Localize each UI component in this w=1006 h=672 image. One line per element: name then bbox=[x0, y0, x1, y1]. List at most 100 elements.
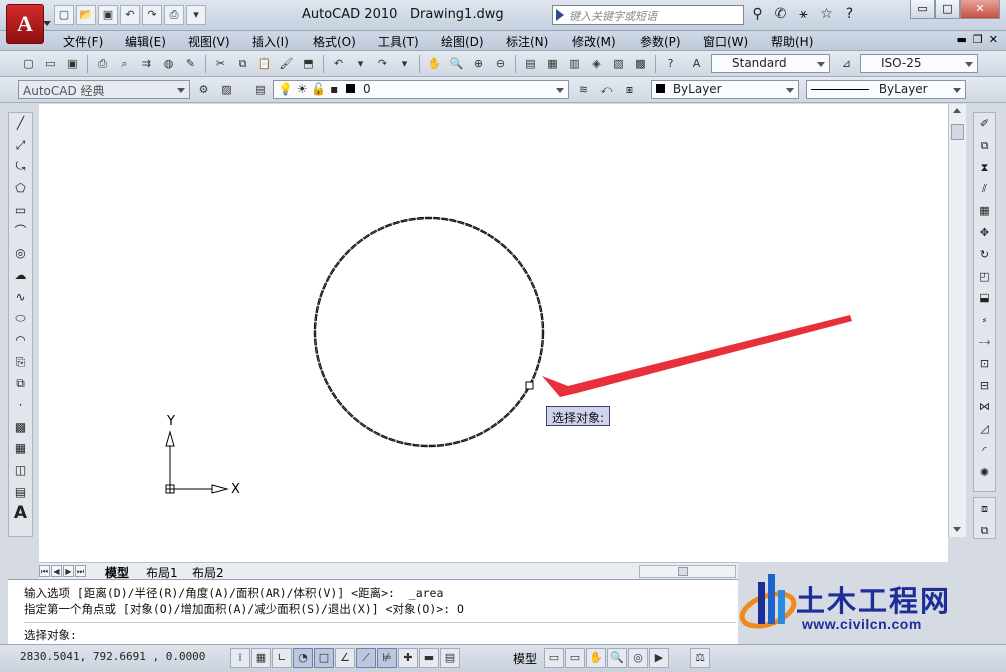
quick-view-layouts-icon[interactable]: ▭ bbox=[544, 648, 564, 668]
minimize-button[interactable]: ▭ bbox=[910, 0, 935, 19]
calculator-icon[interactable]: ▩ bbox=[630, 54, 651, 74]
drawing-restore-button[interactable]: ❐ bbox=[973, 33, 983, 46]
pan-status-icon[interactable]: ✋ bbox=[586, 648, 606, 668]
erase-icon[interactable]: ✐ bbox=[974, 113, 995, 135]
help-search-input[interactable]: 键入关键字或短语 bbox=[552, 5, 744, 25]
menu-dimension[interactable]: 标注(N) bbox=[506, 33, 548, 50]
stretch-icon[interactable]: ⬓ bbox=[974, 287, 995, 309]
zoom-realtime-icon[interactable]: 🔍 bbox=[446, 54, 467, 74]
open-file-icon[interactable]: 📂 bbox=[76, 5, 96, 25]
gradient-icon[interactable]: ▦ bbox=[9, 438, 32, 460]
line-icon[interactable]: ╱ bbox=[9, 113, 32, 135]
move-icon[interactable]: ✥ bbox=[974, 222, 995, 244]
array-icon[interactable]: ▦ bbox=[974, 200, 995, 222]
redo-icon[interactable]: ↷ bbox=[142, 5, 162, 25]
paste-icon[interactable]: 📋 bbox=[254, 54, 275, 74]
show-lineweight-icon[interactable]: ▬ bbox=[419, 648, 439, 668]
insert-block-icon[interactable]: ⎘ bbox=[9, 352, 32, 374]
undo-icon[interactable]: ↶ bbox=[328, 54, 349, 74]
construction-line-icon[interactable]: ⤢ bbox=[9, 135, 32, 157]
zoom-previous-icon[interactable]: ⊖ bbox=[490, 54, 511, 74]
new-icon[interactable]: ▢ bbox=[18, 54, 39, 74]
polygon-icon[interactable]: ⬠ bbox=[9, 178, 32, 200]
text-style-select[interactable]: Standard bbox=[711, 54, 830, 73]
break-at-point-icon[interactable]: ⊡ bbox=[974, 353, 995, 375]
menu-view[interactable]: 视图(V) bbox=[188, 33, 230, 50]
model-space-label[interactable]: 模型 bbox=[513, 650, 537, 667]
redo-icon[interactable]: ↷ bbox=[372, 54, 393, 74]
save-icon[interactable]: ▣ bbox=[98, 5, 118, 25]
point-icon[interactable]: · bbox=[9, 395, 32, 417]
open-icon[interactable]: ▭ bbox=[40, 54, 61, 74]
menu-tools[interactable]: 工具(T) bbox=[378, 33, 419, 50]
workspace-settings-icon[interactable]: ⚙ bbox=[193, 80, 214, 100]
ellipse-arc-icon[interactable]: ◠ bbox=[9, 330, 32, 352]
trim-icon[interactable]: ⸗ bbox=[974, 309, 995, 331]
showmotion-icon[interactable]: ▶ bbox=[649, 648, 669, 668]
help-icon[interactable]: ? bbox=[840, 5, 859, 24]
drawing-close-button[interactable]: ✕ bbox=[989, 33, 998, 46]
horizontal-scrollbar[interactable] bbox=[639, 565, 736, 578]
last-tab-icon[interactable]: ⏭ bbox=[75, 565, 86, 577]
favorites-star-icon[interactable]: ☆ bbox=[817, 5, 836, 24]
fillet-icon[interactable]: ◜ bbox=[974, 440, 995, 462]
mirror-icon[interactable]: ⧗ bbox=[974, 157, 995, 179]
etransmit-icon[interactable]: ✎ bbox=[180, 54, 201, 74]
dim-style-select[interactable]: ISO-25 bbox=[860, 54, 978, 73]
binoculars-icon[interactable]: ⚲ bbox=[748, 5, 767, 24]
layer-previous-icon[interactable]: ⤺ bbox=[596, 80, 617, 100]
snap-mode-icon[interactable]: ⁞ bbox=[230, 648, 250, 668]
quick-view-drawings-icon[interactable]: ▭ bbox=[565, 648, 585, 668]
layer-select[interactable]: 💡 ☀ 🔓 ▪ 0 bbox=[273, 80, 569, 99]
polyline-icon[interactable]: ⤿ bbox=[9, 156, 32, 178]
break-icon[interactable]: ⊟ bbox=[974, 375, 995, 397]
join-icon[interactable]: ⋈ bbox=[974, 396, 995, 418]
ellipse-icon[interactable]: ⬭ bbox=[9, 308, 32, 330]
block-editor-icon[interactable]: ⬒ bbox=[298, 54, 319, 74]
polar-tracking-icon[interactable]: ◔ bbox=[293, 648, 313, 668]
coordinate-readout[interactable]: 2830.5041, 792.6691 , 0.0000 bbox=[20, 650, 205, 663]
command-window[interactable]: 输入选项 [距离(D)/半径(R)/角度(A)/面积(AR)/体积(V)] <距… bbox=[8, 579, 738, 644]
chamfer-icon[interactable]: ◿ bbox=[974, 418, 995, 440]
ortho-mode-icon[interactable]: ∟ bbox=[272, 648, 292, 668]
menu-draw[interactable]: 绘图(D) bbox=[441, 33, 484, 50]
drawing-minimize-button[interactable]: ▬ bbox=[957, 33, 967, 46]
copy-icon[interactable]: ⧉ bbox=[232, 54, 253, 74]
command-prompt[interactable]: 选择对象: bbox=[24, 627, 77, 643]
menu-insert[interactable]: 插入(I) bbox=[252, 33, 289, 50]
design-center-icon[interactable]: ▦ bbox=[542, 54, 563, 74]
print-icon[interactable]: ⎙ bbox=[92, 54, 113, 74]
scroll-down-icon[interactable] bbox=[951, 524, 964, 535]
linetype-select[interactable]: ByLayer bbox=[806, 80, 966, 99]
match-properties-icon[interactable]: 🖌 bbox=[276, 54, 297, 74]
3d-object-snap-icon[interactable]: ∠ bbox=[335, 648, 355, 668]
copy-object-icon[interactable]: ⧉ bbox=[974, 135, 995, 157]
vertical-scrollbar[interactable] bbox=[948, 104, 966, 537]
color-select[interactable]: ByLayer bbox=[651, 80, 799, 99]
extend-icon[interactable]: ⤍ bbox=[974, 331, 995, 353]
send-to-back-icon[interactable]: ⧉ bbox=[974, 520, 995, 542]
pan-icon[interactable]: ✋ bbox=[424, 54, 445, 74]
customize-icon[interactable]: ▨ bbox=[216, 80, 237, 100]
application-menu-button[interactable]: A bbox=[6, 4, 51, 44]
redo-dropdown-icon[interactable]: ▾ bbox=[394, 54, 415, 74]
save-icon[interactable]: ▣ bbox=[62, 54, 83, 74]
region-icon[interactable]: ◫ bbox=[9, 460, 32, 482]
layer-properties-icon[interactable]: ▤ bbox=[250, 80, 271, 100]
close-button[interactable]: ✕ bbox=[960, 0, 1000, 19]
workspace-select[interactable]: AutoCAD 经典 bbox=[18, 80, 190, 99]
publish-icon[interactable]: ⇉ bbox=[136, 54, 157, 74]
horizontal-scroll-thumb[interactable] bbox=[678, 567, 688, 576]
scroll-up-icon[interactable] bbox=[951, 106, 964, 117]
spline-icon[interactable]: ∿ bbox=[9, 287, 32, 309]
sheet-set-icon[interactable]: ◈ bbox=[586, 54, 607, 74]
grid-display-icon[interactable]: ▦ bbox=[251, 648, 271, 668]
help-icon[interactable]: ? bbox=[660, 54, 681, 74]
cut-icon[interactable]: ✂ bbox=[210, 54, 231, 74]
dynamic-input-icon[interactable]: ✚ bbox=[398, 648, 418, 668]
arc-icon[interactable]: ⌒ bbox=[9, 221, 32, 243]
bring-to-front-icon[interactable]: ⧈ bbox=[974, 498, 995, 520]
zoom-window-icon[interactable]: ⊕ bbox=[468, 54, 489, 74]
dynamic-ucs-icon[interactable]: ⊭ bbox=[377, 648, 397, 668]
undo-icon[interactable]: ↶ bbox=[120, 5, 140, 25]
